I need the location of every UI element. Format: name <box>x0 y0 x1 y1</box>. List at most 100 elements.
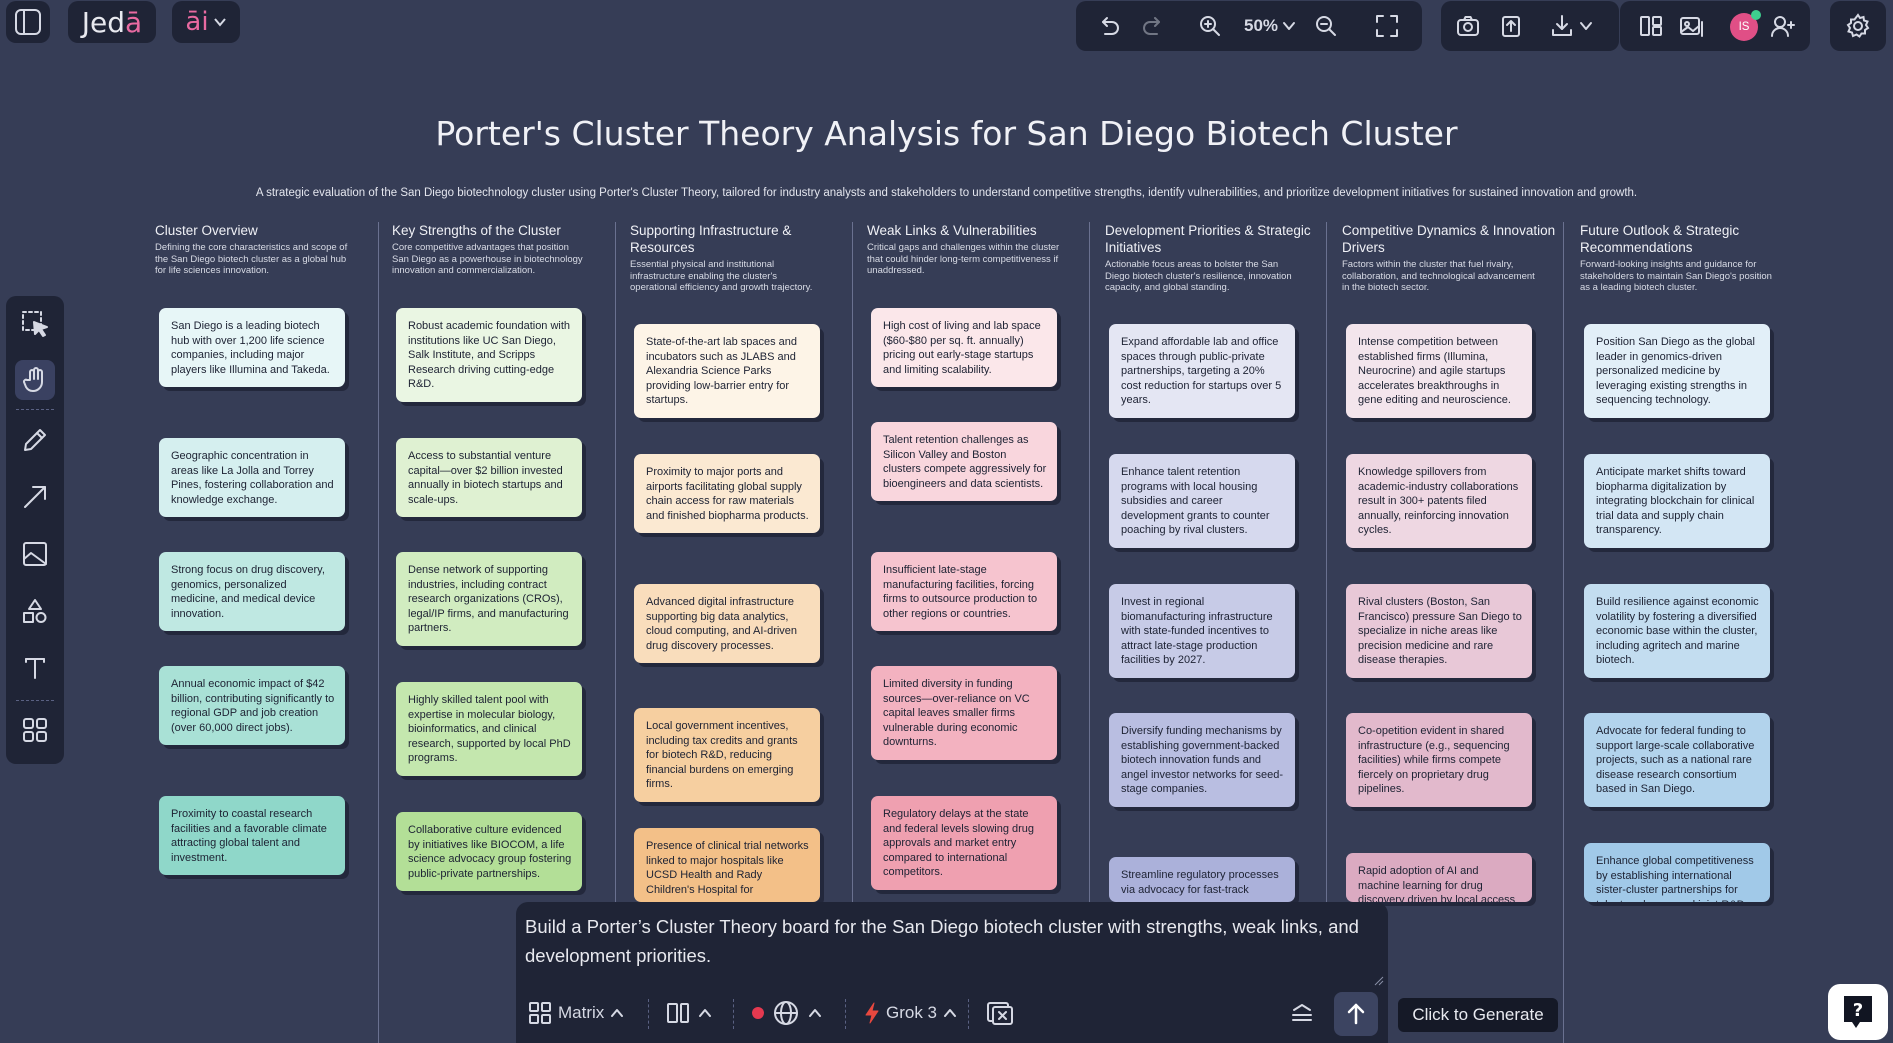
undo-button[interactable] <box>1094 11 1124 41</box>
zoom-in-button[interactable] <box>1195 11 1225 41</box>
column-title[interactable]: Cluster Overview <box>139 222 375 239</box>
bar-divider <box>733 999 734 1029</box>
sticky-note-card[interactable]: Dense network of supporting industries, … <box>396 552 582 646</box>
sticky-note-card[interactable]: Local government incentives, including t… <box>634 708 820 802</box>
sticky-note-card[interactable]: Presence of clinical trial networks link… <box>634 828 820 902</box>
sticky-note-card[interactable]: Knowledge spillovers from academic-indus… <box>1346 454 1532 548</box>
sticky-note-card[interactable]: Annual economic impact of $42 billion, c… <box>159 666 345 746</box>
templates-tool[interactable] <box>15 710 55 750</box>
sticky-note-card[interactable]: Regulatory delays at the state and feder… <box>871 796 1057 890</box>
lightning-icon <box>865 1002 879 1024</box>
column-title[interactable]: Competitive Dynamics & Innovation Driver… <box>1326 222 1562 256</box>
matrix-column: Supporting Infrastructure & Resources Ess… <box>614 222 850 294</box>
brand-logo[interactable]: Jedā <box>68 1 156 43</box>
share-button[interactable] <box>1496 11 1526 41</box>
matrix-column: Future Outlook & Strategic Recommendatio… <box>1564 222 1800 294</box>
bar-divider <box>648 999 649 1029</box>
text-tool[interactable] <box>15 648 55 688</box>
prompt-input[interactable]: Build a Porter’s Cluster Theory board fo… <box>525 912 1375 970</box>
sticky-note-card[interactable]: Limited diversity in funding sources—ove… <box>871 666 1057 760</box>
pencil-tool[interactable] <box>15 420 55 460</box>
pan-tool[interactable] <box>15 360 55 400</box>
sticky-note-card[interactable]: Proximity to major ports and airports fa… <box>634 454 820 534</box>
add-user-icon <box>1771 16 1795 37</box>
sticky-note-card[interactable]: Access to substantial venture capital—ov… <box>396 438 582 518</box>
shapes-tool[interactable] <box>15 591 55 631</box>
sticky-note-card[interactable]: Intense competition between established … <box>1346 324 1532 418</box>
sticky-note-card[interactable]: Collaborative culture evidenced by initi… <box>396 812 582 892</box>
chevron-up-icon <box>699 1009 711 1017</box>
sticky-note-card[interactable]: Expand affordable lab and office spaces … <box>1109 324 1295 418</box>
column-title[interactable]: Future Outlook & Strategic Recommendatio… <box>1564 222 1800 256</box>
sticky-note-card[interactable]: Talent retention challenges as Silicon V… <box>871 422 1057 502</box>
select-cursor-icon <box>22 311 48 337</box>
invite-user-button[interactable] <box>1768 11 1798 41</box>
layout-selector[interactable]: Matrix <box>528 996 624 1030</box>
generate-button[interactable] <box>1334 992 1378 1036</box>
ai-menu-button[interactable]: āi <box>172 1 240 43</box>
sticky-note-card[interactable]: Anticipate market shifts toward biopharm… <box>1584 454 1770 548</box>
sticky-note-card[interactable]: Insufficient late-stage manufacturing fa… <box>871 552 1057 632</box>
sidebar-toggle-button[interactable] <box>6 1 50 43</box>
sticky-note-card[interactable]: Advanced digital infrastructure supporti… <box>634 584 820 664</box>
sticky-note-card[interactable]: Geographic concentration in areas like L… <box>159 438 345 518</box>
sticky-note-card[interactable]: Strong focus on drug discovery, genomics… <box>159 552 345 632</box>
board-title: Porter's Cluster Theory Analysis for San… <box>435 114 1458 153</box>
sticky-note-card[interactable]: Streamline regulatory processes via advo… <box>1109 857 1295 902</box>
layout-panels-button[interactable] <box>1636 11 1666 41</box>
board-subtitle: A strategic evaluation of the San Diego … <box>255 187 1638 199</box>
image-tool[interactable] <box>15 534 55 574</box>
tools-divider <box>16 409 54 410</box>
column-title[interactable]: Weak Links & Vulnerabilities <box>851 222 1087 239</box>
screenshot-button[interactable] <box>1453 11 1483 41</box>
export-toolbar <box>1441 1 1619 51</box>
zoom-level-dropdown[interactable]: 50% <box>1240 11 1300 41</box>
web-search-toggle[interactable] <box>752 996 822 1030</box>
sticky-note-card[interactable]: High cost of living and lab space ($60-$… <box>871 308 1057 388</box>
presentation-button[interactable] <box>1676 11 1706 41</box>
help-button[interactable]: ? <box>1828 984 1888 1040</box>
model-selector[interactable]: Grok 3 <box>864 996 957 1030</box>
recording-dot-icon <box>752 1007 764 1019</box>
column-title[interactable]: Development Priorities & Strategic Initi… <box>1089 222 1325 256</box>
matrix-column: Weak Links & Vulnerabilities Critical gap… <box>851 222 1087 277</box>
fullscreen-icon <box>1376 15 1398 37</box>
arrow-icon <box>24 486 46 508</box>
tools-divider <box>16 700 54 701</box>
online-status-dot <box>1751 10 1761 20</box>
sticky-note-card[interactable]: Enhance global competitiveness by establ… <box>1584 843 1770 902</box>
fit-to-screen-button[interactable] <box>1372 11 1402 41</box>
sticky-note-card[interactable]: Advocate for federal funding to support … <box>1584 713 1770 807</box>
sticky-note-card[interactable]: Position San Diego as the global leader … <box>1584 324 1770 418</box>
sticky-note-card[interactable]: Robust academic foundation with institut… <box>396 308 582 402</box>
stack-menu-button[interactable] <box>1290 996 1314 1030</box>
column-title[interactable]: Supporting Infrastructure & Resources <box>614 222 850 256</box>
grid-icon <box>23 718 47 742</box>
sticky-note-card[interactable]: Rival clusters (Boston, San Francisco) p… <box>1346 584 1532 678</box>
column-description: Core competitive advantages that positio… <box>392 242 583 276</box>
attach-button[interactable] <box>986 996 1014 1030</box>
chevron-down-icon <box>1283 22 1296 30</box>
sticky-note-card[interactable]: San Diego is a leading biotech hub with … <box>159 308 345 388</box>
sticky-note-card[interactable]: Diversify funding mechanisms by establis… <box>1109 713 1295 807</box>
zoom-out-button[interactable] <box>1311 11 1341 41</box>
sticky-note-card[interactable]: Build resilience against economic volati… <box>1584 584 1770 678</box>
sticky-note-card[interactable]: State-of-the-art lab spaces and incubato… <box>634 324 820 418</box>
avatar[interactable]: IS <box>1730 10 1761 41</box>
column-title[interactable]: Key Strengths of the Cluster <box>376 222 612 239</box>
sticky-note-card[interactable]: Enhance talent retention programs with l… <box>1109 454 1295 548</box>
layers-icon <box>1292 1004 1312 1021</box>
view-mode-selector[interactable] <box>666 996 712 1030</box>
select-tool[interactable] <box>15 304 55 344</box>
sticky-note-card[interactable]: Proximity to coastal research facilities… <box>159 796 345 876</box>
download-dropdown[interactable] <box>1541 11 1601 41</box>
arrow-tool[interactable] <box>15 477 55 517</box>
sticky-note-card[interactable]: Highly skilled talent pool with expertis… <box>396 682 582 776</box>
settings-button[interactable] <box>1830 1 1886 51</box>
sticky-note-card[interactable]: Rapid adoption of AI and machine learnin… <box>1346 853 1532 902</box>
sticky-note-card[interactable]: Invest in regional biomanufacturing infr… <box>1109 584 1295 678</box>
sticky-note-card[interactable]: Co-opetition evident in shared infrastru… <box>1346 713 1532 807</box>
hand-icon <box>23 367 43 393</box>
redo-button[interactable] <box>1138 11 1168 41</box>
text-icon <box>25 658 45 679</box>
